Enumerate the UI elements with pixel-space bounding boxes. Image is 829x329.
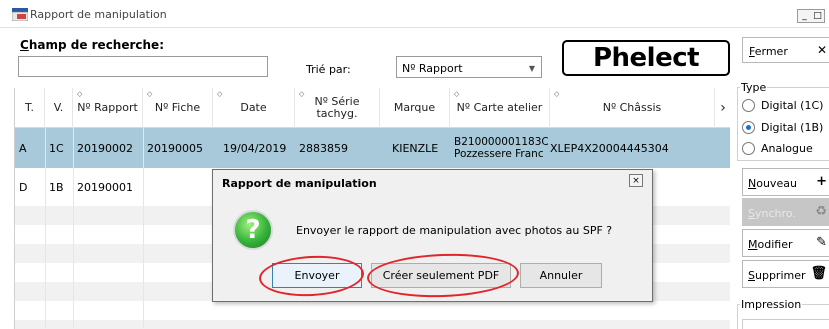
column-divider [45, 128, 46, 328]
type-legend: Type [740, 81, 768, 94]
sort-label: Trié par: [306, 63, 351, 76]
radio-digital-1c[interactable]: Digital (1C) [742, 98, 829, 114]
sort-icon: ◇ [554, 90, 560, 98]
column-label-line: tachyg. [316, 107, 358, 120]
empty-row [15, 301, 730, 320]
chevron-down-icon: ▼ [528, 64, 535, 73]
radio-digital-1b[interactable]: Digital (1B) [742, 120, 829, 136]
cell-rapport: 20190001 [77, 180, 133, 194]
dialog-message: Envoyer le rapport de manipulation avec … [296, 224, 613, 237]
cell-carte: B210000001183C Pozzessere Franc [450, 128, 548, 168]
sort-icon: ◇ [77, 90, 83, 98]
column-header-t[interactable]: T. [15, 88, 45, 128]
edit-button-label: Modifier [748, 238, 793, 251]
scroll-right-icon[interactable]: › [715, 88, 730, 128]
delete-button-label: Supprimer [748, 269, 806, 282]
column-label: Nº Carte atelier [456, 101, 543, 114]
edit-button[interactable]: Modifier ✎ [742, 229, 829, 257]
cell-t: D [19, 180, 28, 194]
column-label: Date [240, 101, 267, 114]
question-icon: ? [233, 210, 273, 250]
radio-label: Digital (1B) [761, 121, 824, 134]
column-header-rapport[interactable]: ◇ Nº Rapport [73, 88, 143, 128]
sort-icon: ◇ [299, 90, 305, 98]
create-pdf-button[interactable]: Créer seulement PDF [371, 263, 511, 288]
cell-chassis: XLEP4X20004445304 [550, 141, 669, 155]
phelect-logo: Phelect [562, 40, 730, 76]
cell-serie: 2883859 [299, 141, 348, 155]
radio-circle [742, 142, 755, 155]
column-label: V. [53, 101, 64, 114]
print-button[interactable] [742, 319, 829, 329]
column-header-marque[interactable]: Marque [380, 88, 450, 128]
close-button[interactable]: Fermer ✕ [742, 37, 829, 63]
cell-v: 1C [49, 141, 64, 155]
title-bar: Rapport de manipulation _ □ [0, 0, 829, 28]
radio-label: Digital (1C) [761, 99, 824, 112]
cell-carte-line2: Pozzessere Franc [454, 148, 544, 160]
delete-button[interactable]: Supprimer 🗑 [742, 260, 829, 288]
new-button-label: Nouveau [748, 177, 797, 190]
logo-text: Phelect [592, 43, 700, 73]
radio-label: Analogue [761, 142, 813, 155]
print-legend: Impression [740, 298, 803, 311]
confirm-dialog: Rapport de manipulation × ? Envoyer le r… [212, 169, 653, 302]
table-header: T. V. ◇ Nº Rapport ◇ Nº Fiche ◇ Date ◇ Nº Sé… [15, 88, 730, 128]
close-button-label: Fermer [749, 45, 788, 58]
table-row[interactable]: A 1C 20190002 20190005 19/04/2019 288385… [15, 128, 730, 168]
column-label: Marque [393, 101, 436, 114]
cell-fiche: 20190005 [147, 141, 203, 155]
send-button[interactable]: Envoyer [272, 263, 362, 288]
close-icon: ✕ [816, 43, 827, 57]
radio-analogue[interactable]: Analogue [742, 141, 829, 157]
radio-circle [742, 99, 755, 112]
window-controls: _ □ [797, 9, 825, 23]
column-header-serie[interactable]: ◇ Nº Série tachyg. [295, 88, 380, 128]
cell-rapport: 20190002 [77, 141, 133, 155]
sync-button[interactable]: Synchro. ♻ [742, 198, 829, 226]
new-button[interactable]: Nouveau + [742, 168, 829, 196]
column-header-date[interactable]: ◇ Date [213, 88, 295, 128]
dialog-title: Rapport de manipulation [222, 177, 377, 190]
recycle-icon: ♻ [815, 204, 827, 219]
plus-icon: + [816, 174, 827, 189]
column-label: T. [25, 101, 34, 114]
trash-icon: 🗑 [810, 266, 827, 281]
search-input[interactable] [18, 56, 268, 77]
column-header-fiche[interactable]: ◇ Nº Fiche [143, 88, 213, 128]
sort-select-value: Nº Rapport [402, 62, 463, 75]
sort-icon: ◇ [454, 90, 460, 98]
cell-date: 19/04/2019 [223, 141, 287, 155]
cell-v: 1B [49, 180, 64, 194]
type-group: Type Digital (1C) Digital (1B) Analogue [737, 81, 829, 161]
column-header-chassis[interactable]: ◇ Nº Châssis [550, 88, 715, 128]
window-title: Rapport de manipulation [30, 8, 167, 21]
sort-icon: ◇ [147, 90, 153, 98]
radio-circle-checked [742, 121, 755, 134]
column-label: Nº Fiche [154, 101, 201, 114]
empty-row [15, 320, 730, 329]
app-icon [12, 8, 28, 21]
column-header-v[interactable]: V. [45, 88, 73, 128]
sort-icon: ◇ [217, 90, 223, 98]
column-header-carte[interactable]: ◇ Nº Carte atelier [450, 88, 550, 128]
cell-t: A [19, 141, 27, 155]
print-group: Impression [737, 298, 829, 329]
column-label: Nº Rapport [77, 101, 138, 114]
dialog-close-button[interactable]: × [629, 174, 643, 187]
search-label: Champ de recherche: [20, 38, 164, 52]
minimize-button[interactable]: _ [798, 10, 811, 22]
cell-carte-line1: B210000001183C [454, 136, 548, 148]
cancel-button[interactable]: Annuler [520, 263, 602, 288]
restore-button[interactable]: □ [811, 10, 824, 22]
cell-marque: KIENZLE [392, 141, 439, 155]
column-divider [143, 128, 144, 328]
sync-button-label: Synchro. [748, 207, 796, 220]
sort-select[interactable]: Nº Rapport ▼ [396, 56, 542, 78]
column-label: Nº Châssis [602, 101, 662, 114]
pencil-icon: ✎ [816, 235, 827, 250]
column-divider [73, 128, 74, 328]
